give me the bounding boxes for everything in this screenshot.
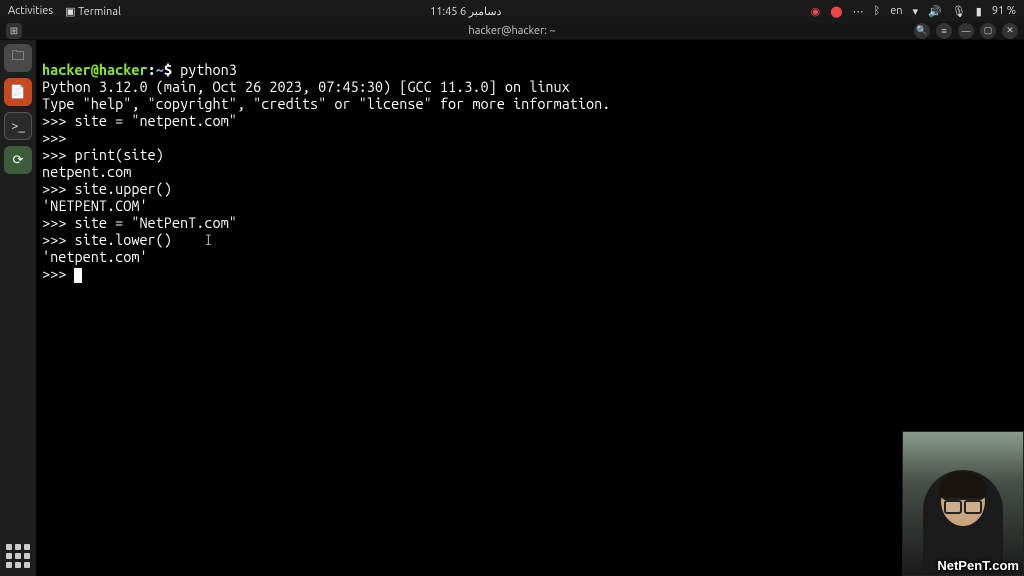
- app-menu[interactable]: ▣ Terminal: [65, 5, 121, 18]
- terminal-viewport[interactable]: hacker@hacker:~$ python3 Python 3.12.0 (…: [36, 40, 1024, 576]
- prompt-path: ~: [156, 61, 164, 78]
- text-cursor-ibeam: I: [204, 231, 212, 248]
- volume-icon: 🔊: [928, 5, 942, 18]
- window-titlebar: ⊞ hacker@hacker: ~ 🔍 ≡ — ▢ ✕: [0, 22, 1024, 40]
- terminal-icon: ▣: [65, 6, 75, 18]
- battery-icon: ▮: [976, 5, 982, 18]
- repl-line: >>> print(site): [42, 146, 164, 163]
- repl-line: >>> site.lower(): [42, 231, 172, 248]
- stop-icon: ⬤: [830, 5, 842, 18]
- battery-percent: 91 %: [992, 5, 1016, 17]
- webcam-overlay: NetPenT.com: [902, 431, 1024, 576]
- system-tray[interactable]: ◉ ⬤ ⋯ ᛒ en ▾ 🔊 🎙 ▮ 91 %: [811, 5, 1016, 18]
- repl-output: netpent.com: [42, 163, 131, 180]
- python-banner-2: Type "help", "copyright", "credits" or "…: [42, 95, 610, 112]
- new-tab-button[interactable]: ⊞: [6, 23, 22, 39]
- record-icon: ◉: [811, 5, 821, 18]
- repl-line: >>> site.upper(): [42, 180, 172, 197]
- wifi-icon: ▾: [913, 5, 919, 18]
- app-menu-label: Terminal: [78, 6, 121, 18]
- python-banner-1: Python 3.12.0 (main, Oct 26 2023, 07:45:…: [42, 78, 570, 95]
- repl-output: 'NETPENT.COM': [42, 197, 148, 214]
- show-applications-button[interactable]: [6, 544, 30, 568]
- dock-files-icon[interactable]: 🗀: [4, 44, 32, 72]
- clock[interactable]: 11:45 دسامبر 6: [121, 5, 811, 18]
- repl-line: >>> site = "NetPenT.com": [42, 214, 237, 231]
- repl-line: >>> site = "netpent.com": [42, 112, 237, 129]
- search-button[interactable]: 🔍: [914, 23, 930, 39]
- window-title: hacker@hacker: ~: [468, 25, 555, 37]
- menu-button[interactable]: ≡: [936, 23, 952, 39]
- dock: 🗀 📄 >_ ⟳: [0, 40, 36, 174]
- dock-libreoffice-icon[interactable]: 📄: [4, 78, 32, 106]
- block-cursor: [74, 268, 82, 283]
- bluetooth-icon: ᛒ: [874, 5, 881, 17]
- prompt-user: hacker@hacker: [42, 61, 148, 78]
- maximize-button[interactable]: ▢: [980, 23, 996, 39]
- dock-update-icon[interactable]: ⟳: [4, 146, 32, 174]
- activities-button[interactable]: Activities: [8, 5, 53, 17]
- repl-prompt-current: >>>: [42, 265, 74, 282]
- repl-output: 'netpent.com': [42, 248, 148, 265]
- language-indicator[interactable]: en: [890, 5, 902, 17]
- minimize-button[interactable]: —: [958, 23, 974, 39]
- tray-dots-icon: ⋯: [853, 5, 864, 18]
- repl-line: >>>: [42, 129, 74, 146]
- dock-terminal-icon[interactable]: >_: [4, 112, 32, 140]
- gnome-top-panel: Activities ▣ Terminal 11:45 دسامبر 6 ◉ ⬤…: [0, 0, 1024, 22]
- mic-icon: 🎙: [952, 5, 966, 18]
- watermark: NetPenT.com: [937, 558, 1019, 573]
- shell-command: python3: [180, 61, 237, 78]
- close-button[interactable]: ✕: [1002, 23, 1018, 39]
